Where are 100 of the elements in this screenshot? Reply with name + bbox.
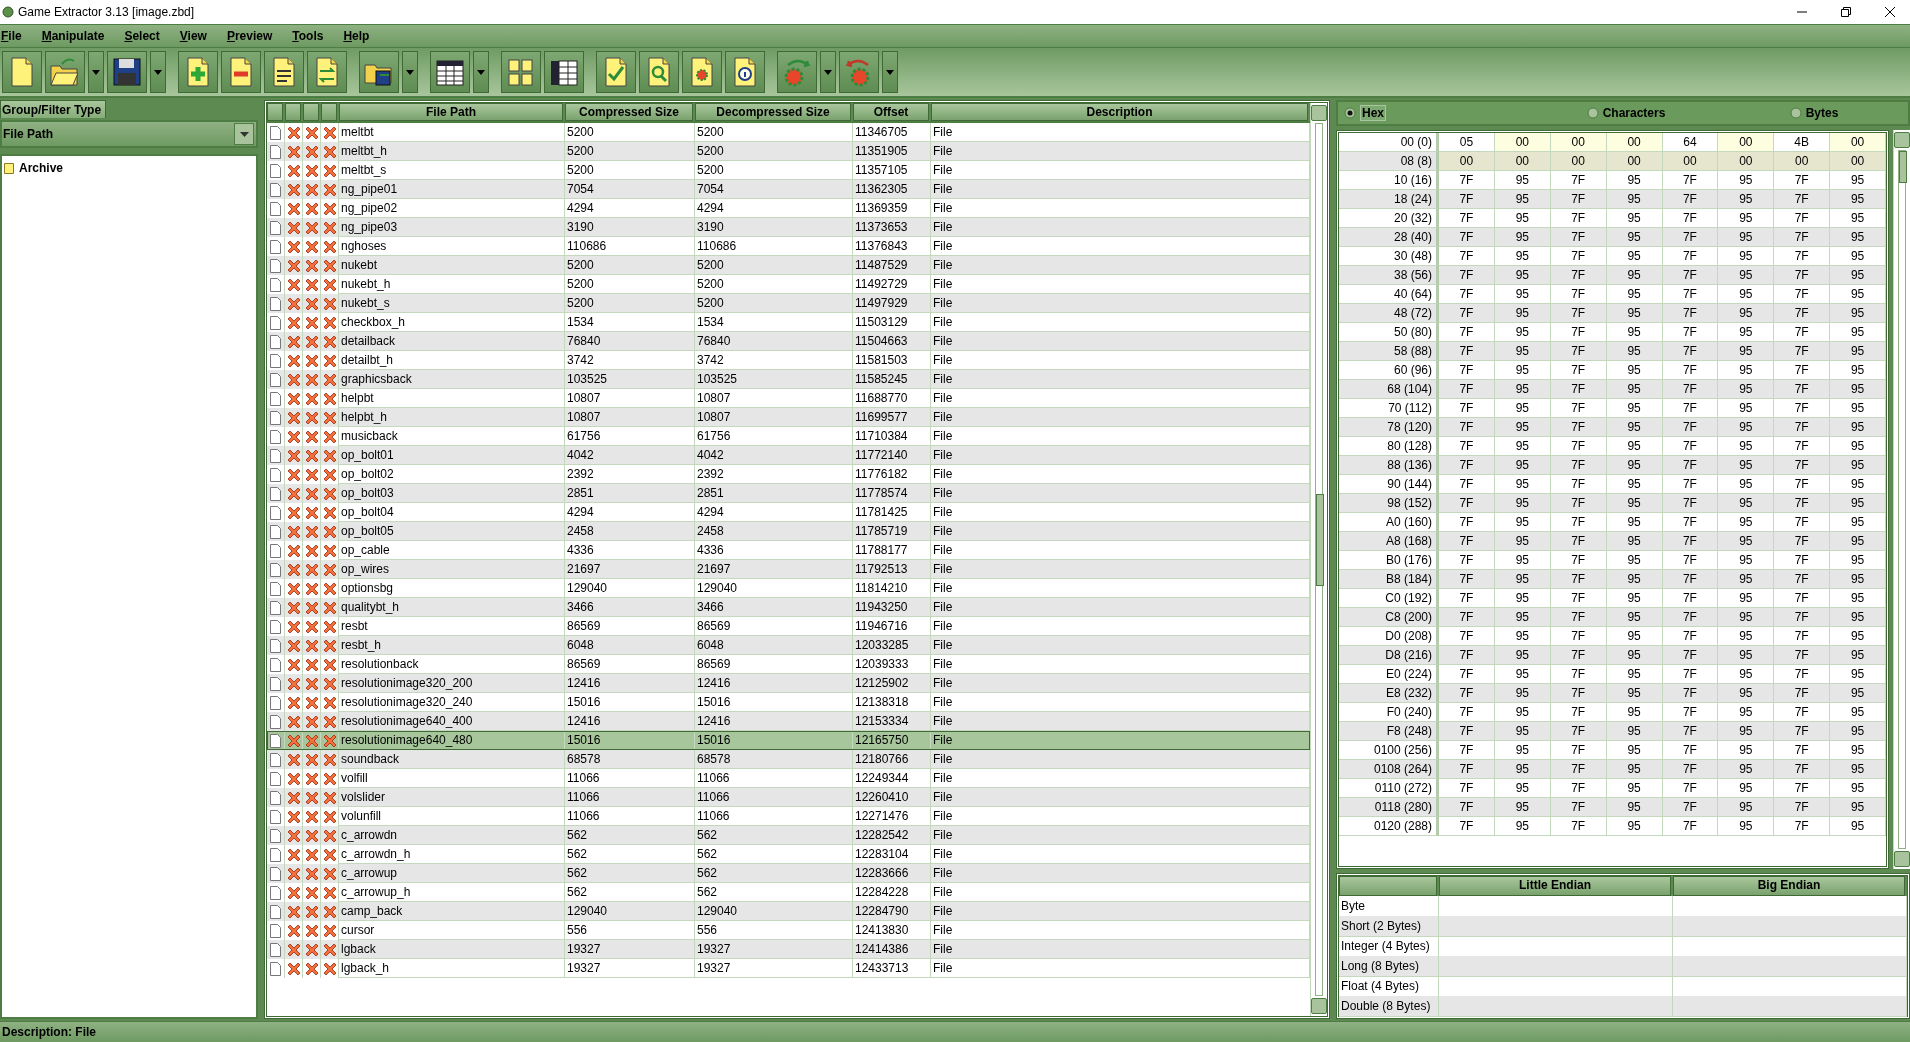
swap-page-button[interactable]	[307, 51, 347, 93]
tree-item[interactable]: Archive	[19, 161, 64, 175]
radio-button[interactable]	[1586, 107, 1599, 119]
search-page-button[interactable]	[639, 51, 679, 93]
dropdown-button[interactable]	[820, 51, 836, 93]
table-row[interactable]: ng_pipe03 3190 3190 11373653 File	[267, 218, 1310, 237]
dropdown-button[interactable]	[88, 51, 104, 93]
floppy-disk-button[interactable]	[107, 51, 147, 93]
hex-cell[interactable]: 00	[1606, 152, 1663, 171]
table-row[interactable]: op_bolt01 4042 4042 11772140 File	[267, 446, 1310, 465]
table-row[interactable]: nukebt_s 5200 5200 11497929 File	[267, 294, 1310, 313]
dropdown-button[interactable]	[402, 51, 418, 93]
remove-page-button[interactable]	[221, 51, 261, 93]
table-button[interactable]	[430, 51, 470, 93]
table-row[interactable]: volslider 11066 11066 12260410 File	[267, 788, 1310, 807]
menu-item[interactable]: View	[169, 29, 217, 43]
hex-cell[interactable]: 95	[1718, 817, 1775, 836]
gear-page-button[interactable]	[682, 51, 722, 93]
table-row[interactable]: lgback_h 19327 19327 12433713 File	[267, 959, 1310, 978]
add-page-button[interactable]	[178, 51, 218, 93]
table-row[interactable]: camp_back 129040 129040 12284790 File	[267, 902, 1310, 921]
hex-cell[interactable]: 00	[1606, 133, 1663, 152]
page-button[interactable]	[2, 51, 42, 93]
table-row[interactable]: op_bolt05 2458 2458 11785719 File	[267, 522, 1310, 541]
column-header[interactable]: Description	[931, 103, 1308, 121]
table-tree-button[interactable]	[544, 51, 584, 93]
check-page-button[interactable]	[596, 51, 636, 93]
hex-cell[interactable]: 00	[1550, 133, 1607, 152]
table-row[interactable]: nukebt 5200 5200 11487529 File	[267, 256, 1310, 275]
column-header[interactable]: Compressed Size	[565, 103, 693, 121]
menu-item[interactable]: Manipulate	[31, 29, 115, 43]
hex-cell[interactable]: 00	[1439, 152, 1495, 171]
table-row[interactable]: c_arrowdn 562 562 12282542 File	[267, 826, 1310, 845]
dropdown-button[interactable]	[882, 51, 898, 93]
radio-label[interactable]: Bytes	[1805, 106, 1839, 120]
hex-cell[interactable]: 7F	[1439, 817, 1495, 836]
hex-cell[interactable]: 00	[1774, 152, 1831, 171]
menu-item[interactable]: File	[0, 29, 32, 43]
column-header[interactable]: Offset	[853, 103, 929, 121]
restore-icon[interactable]	[1840, 6, 1852, 18]
table-row[interactable]: resolutionimage320_200 12416 12416 12125902 File	[267, 674, 1310, 693]
menu-item[interactable]: Help	[333, 29, 380, 43]
scroll-button[interactable]	[1311, 105, 1327, 121]
scroll-button[interactable]	[1311, 998, 1327, 1014]
radio-label[interactable]: Characters	[1602, 106, 1666, 120]
hex-cell[interactable]: 00	[1718, 152, 1775, 171]
scroll-thumb[interactable]	[1899, 151, 1907, 183]
hex-cell[interactable]: 7F	[1550, 817, 1607, 836]
hex-cell[interactable]: 95	[1606, 817, 1663, 836]
scrollbar[interactable]	[1310, 103, 1327, 1016]
dropdown-button[interactable]	[150, 51, 166, 93]
column-header[interactable]	[285, 103, 301, 121]
column-header[interactable]	[321, 103, 337, 121]
table-row[interactable]: helpbt_h 10807 10807 11699577 File	[267, 408, 1310, 427]
table-row[interactable]: qualitybt_h 3466 3466 11943250 File	[267, 598, 1310, 617]
column-header[interactable]	[303, 103, 319, 121]
filter-tab[interactable]: Group/Filter Type	[0, 100, 107, 118]
table-row[interactable]: detailback 76840 76840 11504663 File	[267, 332, 1310, 351]
dropdown-button[interactable]	[473, 51, 489, 93]
menu-item[interactable]: Preview	[216, 29, 283, 43]
table-row[interactable]: resbt_h 6048 6048 12033285 File	[267, 636, 1310, 655]
radio-button[interactable]	[1344, 107, 1356, 119]
hex-cell[interactable]: 00	[1718, 133, 1775, 152]
table-row[interactable]: c_arrowup 562 562 12283666 File	[267, 864, 1310, 883]
scroll-button[interactable]	[1894, 851, 1910, 867]
table-row[interactable]: op_bolt03 2851 2851 11778574 File	[267, 484, 1310, 503]
page-lines-button[interactable]	[264, 51, 304, 93]
hex-cell[interactable]: 00	[1494, 152, 1551, 171]
scrollbar[interactable]	[1893, 130, 1910, 869]
radio-label[interactable]: Hex	[1360, 105, 1386, 121]
help-page-button[interactable]	[725, 51, 765, 93]
filter-dropdown[interactable]: File Path	[0, 120, 258, 148]
table-row[interactable]: resolutionimage640_400 12416 12416 12153334 File	[267, 712, 1310, 731]
hex-cell[interactable]: 95	[1830, 817, 1886, 836]
open-folder-button[interactable]	[45, 51, 85, 93]
table-row[interactable]: meltbt_h 5200 5200 11351905 File	[267, 142, 1310, 161]
scroll-button[interactable]	[1894, 132, 1910, 148]
column-header[interactable]: File Path	[339, 103, 563, 121]
hex-cell[interactable]: 00	[1830, 133, 1886, 152]
folder-disk-button[interactable]	[359, 51, 399, 93]
hex-cell[interactable]: 00	[1830, 152, 1886, 171]
scroll-thumb[interactable]	[1316, 494, 1324, 586]
table-row[interactable]: graphicsback 103525 103525 11585245 File	[267, 370, 1310, 389]
menu-item[interactable]: Tools	[282, 29, 334, 43]
table-row[interactable]: op_wires 21697 21697 11792513 File	[267, 560, 1310, 579]
hex-cell[interactable]: 7F	[1662, 817, 1719, 836]
radio-button[interactable]	[1789, 107, 1802, 119]
menu-item[interactable]: Select	[114, 29, 170, 43]
table-row[interactable]: resolutionimage640_480 15016 15016 12165750 File	[267, 731, 1310, 750]
table-row[interactable]: soundback 68578 68578 12180766 File	[267, 750, 1310, 769]
hex-cell[interactable]: 7F	[1774, 817, 1831, 836]
table-row[interactable]: ng_pipe01 7054 7054 11362305 File	[267, 180, 1310, 199]
hex-cell[interactable]: 00	[1550, 152, 1607, 171]
close-icon[interactable]	[1884, 6, 1896, 18]
column-header[interactable]: Decompressed Size	[695, 103, 851, 121]
table-row[interactable]: lgback 19327 19327 12414386 File	[267, 940, 1310, 959]
hex-cell[interactable]: 00	[1494, 133, 1551, 152]
hex-cell[interactable]: 95	[1494, 817, 1551, 836]
tiles-button[interactable]	[501, 51, 541, 93]
column-header[interactable]	[267, 103, 283, 121]
